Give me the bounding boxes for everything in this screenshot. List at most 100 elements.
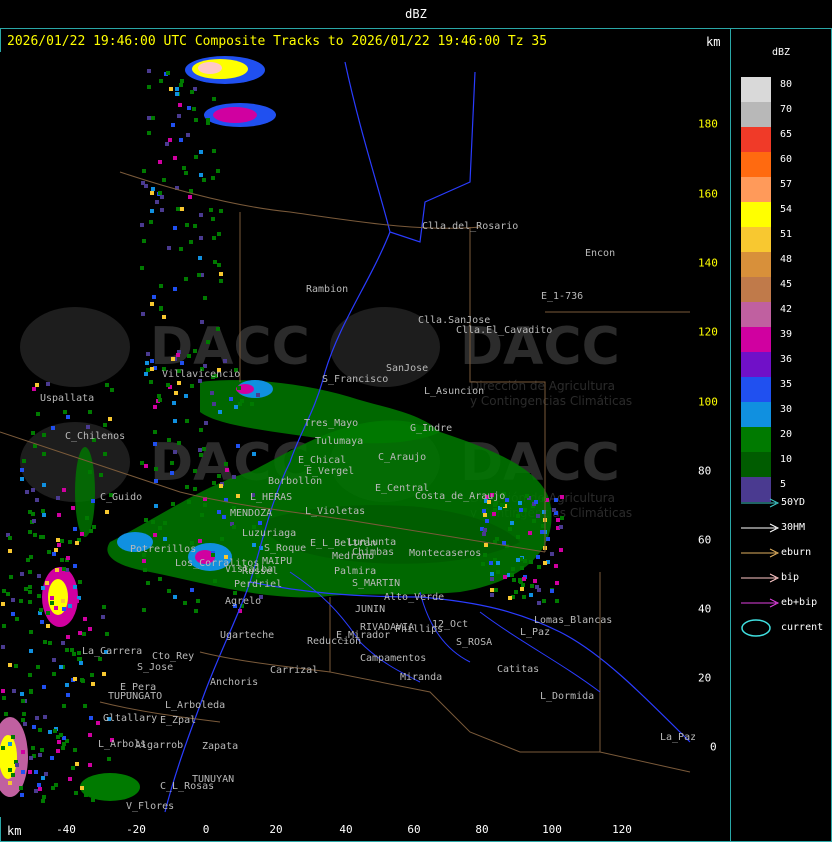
arrow-icon-50yd bbox=[741, 498, 780, 508]
legend-swatch bbox=[741, 277, 771, 302]
place-label: Montecaseros bbox=[409, 548, 481, 559]
place-label: JUNIN bbox=[355, 604, 385, 615]
legend-value: 39 bbox=[780, 329, 793, 340]
legend-swatch bbox=[741, 377, 771, 402]
legend-swatch bbox=[741, 252, 771, 277]
x-tick: 80 bbox=[475, 823, 489, 836]
x-tick: -40 bbox=[56, 823, 76, 836]
place-label: Luzuriaga bbox=[242, 528, 296, 539]
plot-title: 2026/01/22 19:46:00 UTC Composite Tracks… bbox=[7, 34, 548, 49]
legend-swatch bbox=[741, 427, 771, 452]
place-label: C_L_Rosas bbox=[160, 781, 214, 792]
legend-value: 42 bbox=[780, 304, 793, 315]
place-label: Zapata bbox=[202, 741, 238, 752]
place-label: Lomas_Blancas bbox=[534, 615, 612, 626]
place-label: Cto_Rey bbox=[152, 651, 194, 662]
arrow-icon-bip bbox=[741, 573, 780, 583]
x-axis-unit: km bbox=[7, 824, 22, 838]
legend-value: 60 bbox=[780, 154, 793, 165]
radar-map[interactable]: DACC DACC Dirección de Agricultura y Con… bbox=[0, 52, 695, 817]
place-label: L_Violetas bbox=[305, 506, 365, 517]
place-label: Chimbas bbox=[352, 547, 394, 558]
place-label: Tulumaya bbox=[315, 436, 363, 447]
place-label: Borbollon bbox=[268, 476, 322, 487]
track-label-ebbip: eb+bip bbox=[781, 597, 818, 608]
place-label: E_Zpal bbox=[160, 715, 196, 726]
place-label: Catitas bbox=[497, 664, 539, 675]
legend-swatch bbox=[741, 102, 771, 127]
place-label: Clla.El_Cavadito bbox=[456, 325, 552, 336]
legend-swatch bbox=[741, 127, 771, 152]
y-tick: 20 bbox=[698, 671, 712, 685]
place-label: Palmira bbox=[334, 566, 376, 577]
x-tick: 0 bbox=[202, 823, 210, 836]
place-label: Costa_de_Araujo bbox=[415, 491, 505, 502]
place-label: Alto_Verde bbox=[384, 592, 444, 603]
arrow-icon-30hm bbox=[741, 523, 780, 533]
place-label: Villavicencio bbox=[162, 369, 240, 380]
legend-swatch bbox=[741, 327, 771, 352]
x-tick: -20 bbox=[126, 823, 146, 836]
place-label: V_Flores bbox=[126, 801, 174, 812]
header-dbz-label: dBZ bbox=[405, 7, 427, 21]
y-tick: 140 bbox=[698, 256, 718, 270]
place-label: E_Chical bbox=[298, 455, 346, 466]
place-label: E_Mirador bbox=[336, 630, 390, 641]
y-tick: 60 bbox=[698, 533, 712, 547]
arrow-icon-ebbip bbox=[741, 598, 780, 608]
legend-value: 51 bbox=[780, 229, 793, 240]
place-label: S_MARTIN bbox=[352, 578, 400, 589]
place-label: C_Araujo bbox=[378, 452, 426, 463]
x-tick: 40 bbox=[339, 823, 353, 836]
place-label: Ugarteche bbox=[220, 630, 274, 641]
place-label: L_Dormida bbox=[540, 691, 594, 702]
watermark-line1: Dirección de Agricultura bbox=[470, 379, 615, 393]
current-ellipse-icon bbox=[741, 619, 771, 637]
place-label: E_1-736 bbox=[541, 291, 583, 302]
legend-value: 48 bbox=[780, 254, 793, 265]
arrow-icon-eburn bbox=[741, 548, 780, 558]
place-label: Algarrob bbox=[135, 740, 183, 751]
place-label: SanJose bbox=[386, 363, 428, 374]
place-label: C_Guido bbox=[100, 492, 142, 503]
legend-value: 54 bbox=[780, 204, 793, 215]
place-label: Potrerillos bbox=[130, 544, 196, 555]
legend-value: 45 bbox=[780, 279, 793, 290]
y-tick: 160 bbox=[698, 187, 718, 201]
watermark-line2: y Contingencias Climáticas bbox=[470, 394, 632, 408]
legend-swatch bbox=[741, 177, 771, 202]
track-label-current: current bbox=[781, 622, 824, 633]
x-tick: 120 bbox=[612, 823, 632, 836]
track-label-eburn: eburn bbox=[781, 547, 812, 558]
legend-swatch bbox=[741, 302, 771, 327]
track-label-30hm: 30HM bbox=[781, 522, 806, 533]
track-label-50yd: 50YD bbox=[781, 497, 806, 508]
place-label: Rambion bbox=[306, 284, 348, 295]
y-axis-unit: km bbox=[706, 35, 721, 49]
place-label: Clla.del_Rosario bbox=[422, 221, 518, 232]
place-label: S_ROSA bbox=[456, 637, 492, 648]
place-label: L_Paz bbox=[520, 627, 550, 638]
place-label: Encon bbox=[585, 248, 615, 259]
legend-value: 70 bbox=[780, 104, 793, 115]
legend-value: 30 bbox=[780, 404, 793, 415]
legend-swatch bbox=[741, 152, 771, 177]
place-label: L_HERAS bbox=[250, 492, 292, 503]
legend-swatch bbox=[741, 227, 771, 252]
legend-value: 5 bbox=[780, 479, 787, 490]
x-tick: 60 bbox=[407, 823, 421, 836]
legend-value: 57 bbox=[780, 179, 793, 190]
watermark-brand: DACC bbox=[150, 317, 310, 377]
y-tick: 40 bbox=[698, 602, 712, 616]
y-tick: 100 bbox=[698, 395, 718, 409]
place-label: Gltallary bbox=[103, 713, 157, 724]
legend-swatch bbox=[741, 452, 771, 477]
place-label: La_Paz bbox=[660, 732, 695, 743]
y-tick: 120 bbox=[698, 325, 718, 339]
place-label: S_Francisco bbox=[322, 374, 388, 385]
place-label: Anchoris bbox=[210, 677, 258, 688]
y-tick: 0 bbox=[710, 740, 717, 754]
place-label: Agrelo bbox=[225, 596, 261, 607]
legend-swatch bbox=[741, 202, 771, 227]
y-tick: 180 bbox=[698, 117, 718, 131]
